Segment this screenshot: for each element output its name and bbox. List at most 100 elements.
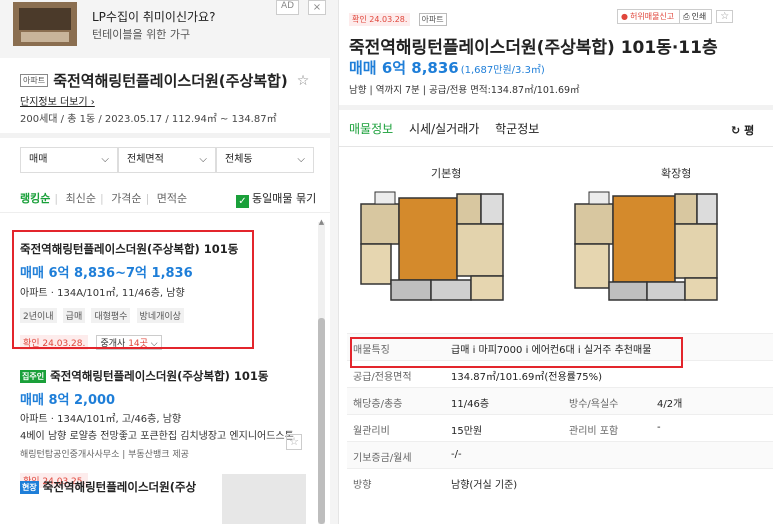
- area-select[interactable]: 전체면적 ⌵: [118, 147, 216, 173]
- print-label: 인쇄: [691, 12, 707, 21]
- info-row: 해당층/총층 11/46층 방수/욕실수 4/2개: [347, 387, 773, 414]
- report-button[interactable]: ● 허위매물신고: [617, 9, 681, 24]
- info-value: 남향(거실 기준): [451, 480, 518, 491]
- same-listing-label: 동일매물 묶기: [252, 192, 317, 205]
- sort-ranking[interactable]: 랭킹순: [20, 192, 50, 205]
- print-button[interactable]: ⎙ 인쇄: [680, 9, 713, 24]
- listing-source: 해링턴탑공인중개사사무소 | 부동산뱅크 제공: [20, 450, 189, 460]
- ad-banner[interactable]: LP수집이 취미이신가요? 턴테이블을 위한 가구 AD ×: [0, 0, 330, 58]
- detail-panel: 확인 24.03.28. 아파트 ● 허위매물신고 ⎙ 인쇄 ☆ 죽전역해링턴플레이스더…: [338, 0, 773, 524]
- info-value: 11/46층: [451, 399, 490, 410]
- area-unit-toggle[interactable]: ↻ 평: [731, 122, 754, 138]
- area-value: 전체면적: [127, 154, 164, 165]
- ad-image: [13, 2, 77, 46]
- favorite-star-icon[interactable]: ☆: [297, 73, 310, 89]
- info-value: 15만원: [451, 426, 483, 437]
- tab-school-info[interactable]: 학군정보: [495, 122, 539, 136]
- detail-tabs: 매물정보 시세/실거래가 학군정보: [349, 120, 551, 137]
- ad-close-icon[interactable]: ×: [308, 0, 326, 15]
- ad-subtitle: 턴테이블을 위한 가구: [92, 28, 191, 41]
- chevron-down-icon: ⌵: [297, 154, 305, 165]
- complex-more-link[interactable]: 단지정보 더보기 ›: [20, 93, 95, 108]
- scroll-up-icon[interactable]: ▲: [318, 218, 325, 226]
- info-value: 4/2개: [657, 399, 683, 410]
- highlight-box: [12, 230, 254, 349]
- sort-separator: |: [145, 192, 150, 205]
- detail-meta: 남향 | 역까지 7분 | 공급/전용 면적:134.87㎡/101.69㎡: [349, 85, 580, 96]
- ad-title: LP수집이 취미이신가요?: [92, 10, 216, 24]
- building-value: 전체동: [225, 154, 253, 165]
- listing-spec: 아파트 · 134A/101㎡, 고/46층, 남향: [20, 414, 182, 425]
- floorplan-label-extended: 확장형: [661, 167, 692, 180]
- report-label: 허위매물신고: [629, 12, 675, 21]
- listing-panel: LP수집이 취미이신가요? 턴테이블을 위한 가구 AD × 아파트 죽전역해링…: [0, 0, 330, 524]
- area-unit-label: 평: [744, 124, 755, 137]
- listing-price: 매매 8억 2,000: [20, 393, 116, 408]
- detail-price-per-unit: (1,687만원/3.3㎡): [460, 65, 545, 76]
- info-key: 방향: [353, 480, 372, 491]
- detail-badges: 확인 24.03.28. 아파트: [349, 9, 447, 28]
- checkbox-checked-icon[interactable]: ✓: [236, 195, 249, 208]
- detail-title: 죽전역해링턴플레이스더원(주상복합) 101동·11층: [349, 38, 718, 58]
- building-select[interactable]: 전체동 ⌵: [216, 147, 314, 173]
- chevron-down-icon: ⌵: [101, 154, 109, 165]
- favorite-star-icon[interactable]: ☆: [716, 10, 734, 23]
- tabs-divider: [339, 146, 773, 147]
- complex-meta: 200세대 / 총 1동 / 2023.05.17 / 112.94㎡ ~ 13…: [20, 114, 277, 125]
- floorplan-extended-image[interactable]: [571, 186, 721, 306]
- complex-more-label: 단지정보 더보기: [20, 97, 88, 108]
- info-row: 방향 남향(거실 기준): [347, 468, 773, 495]
- chevron-right-icon: ›: [87, 97, 95, 108]
- info-value: 134.87㎡/101.69㎡(전용률75%): [451, 372, 602, 383]
- info-value: -: [657, 422, 661, 433]
- listing-name: 죽전역해링턴플레이스더원(주상: [42, 480, 197, 494]
- info-key: 방수/욕실수: [569, 399, 619, 410]
- tab-market-price[interactable]: 시세/실거래가: [409, 122, 479, 136]
- floorplan-basic-image[interactable]: [357, 186, 507, 306]
- sort-separator: |: [99, 192, 104, 205]
- detail-type-tag: 아파트: [418, 13, 447, 26]
- sort-separator: |: [54, 192, 59, 205]
- section-divider: [339, 105, 773, 110]
- refresh-icon: ↻: [731, 124, 741, 137]
- complex-name: 죽전역해링턴플레이스더원(주상복합): [53, 72, 288, 90]
- print-icon: ⎙: [683, 12, 690, 21]
- confirmed-date: 확인 24.03.28.: [349, 13, 411, 26]
- info-key: 기보증금/월세: [353, 453, 412, 464]
- trade-type-select[interactable]: 매매 ⌵: [20, 147, 118, 173]
- list-item[interactable]: 집주인 죽전역해링턴플레이스더원(주상복합) 101동 매매 8억 2,000 …: [20, 368, 330, 488]
- scrollbar-thumb[interactable]: [318, 318, 325, 524]
- onsite-tag: 현장: [20, 481, 39, 494]
- info-row: 월관리비 15만원 관리비 포함 -: [347, 414, 773, 441]
- info-key: 공급/전용면적: [353, 372, 412, 383]
- listing-thumbnail: [222, 474, 306, 524]
- sort-area[interactable]: 면적순: [157, 192, 187, 205]
- owner-tag: 집주인: [20, 370, 47, 383]
- info-key: 월관리비: [353, 426, 390, 437]
- listing-description: 4베이 남향 로얄층 전망좋고 포큰한집 김치냉장고 엔지니어드스톤: [20, 431, 294, 442]
- same-listing-toggle[interactable]: ✓ 동일매물 묶기: [236, 190, 316, 208]
- detail-price-line: 매매 6억 8,836 (1,687만원/3.3㎡): [349, 57, 545, 78]
- trade-type-value: 매매: [29, 154, 48, 165]
- detail-actions: ● 허위매물신고 ⎙ 인쇄 ☆: [617, 9, 734, 24]
- info-key: 해당층/총층: [353, 399, 403, 410]
- detail-price: 매매 6억 8,836: [349, 59, 459, 77]
- ad-badge: AD: [276, 0, 300, 15]
- report-icon: ●: [621, 12, 628, 21]
- sort-latest[interactable]: 최신순: [66, 192, 96, 205]
- floorplan-label-basic: 기본형: [431, 167, 462, 180]
- sort-options: 랭킹순 | 최신순 | 가격순 | 면적순: [20, 190, 191, 206]
- info-row: 기보증금/월세 -/-: [347, 441, 773, 468]
- chevron-down-icon: ⌵: [199, 154, 207, 165]
- tab-listing-info[interactable]: 매물정보: [349, 122, 393, 136]
- listing-name: 죽전역해링턴플레이스더원(주상복합) 101동: [50, 369, 269, 383]
- info-key: 관리비 포함: [569, 426, 619, 437]
- favorite-star-icon[interactable]: ☆: [286, 434, 302, 450]
- sort-price[interactable]: 가격순: [111, 192, 141, 205]
- info-value: -/-: [451, 449, 462, 460]
- panel-gap: [330, 0, 338, 524]
- complex-type-tag: 아파트: [20, 74, 49, 87]
- section-divider: [0, 133, 330, 138]
- highlight-box: [350, 337, 683, 368]
- complex-header: 아파트 죽전역해링턴플레이스더원(주상복합) ☆: [20, 70, 320, 91]
